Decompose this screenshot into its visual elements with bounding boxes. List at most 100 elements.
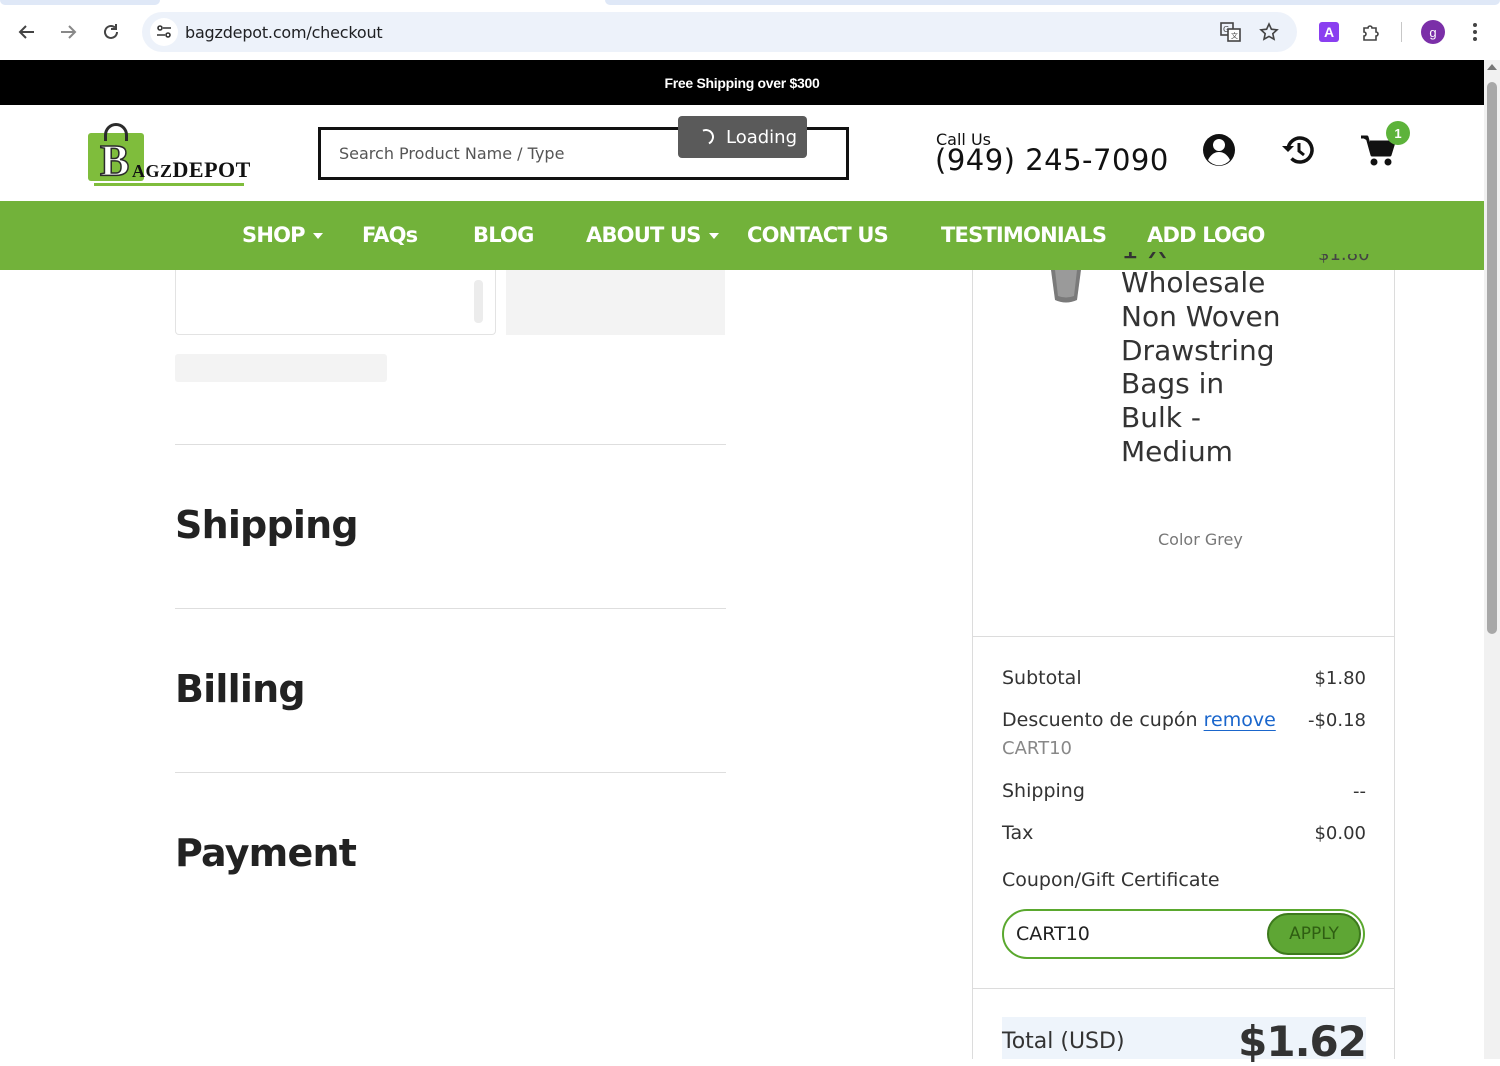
cart-count-badge: 1 — [1386, 121, 1410, 145]
coupon-input[interactable] — [1016, 923, 1256, 945]
section-divider — [175, 444, 726, 445]
nav-item-blog[interactable]: BLOG — [473, 223, 534, 247]
star-icon — [1259, 22, 1279, 41]
history-icon — [1282, 136, 1314, 164]
total-row: Total (USD) $1.62 — [1002, 1017, 1367, 1066]
spinner-icon — [695, 126, 717, 148]
tax-value: $0.00 — [1314, 823, 1366, 844]
phone-number[interactable]: (949) 245-7090 — [935, 143, 1169, 177]
product-attribute: Color Grey — [1158, 530, 1243, 549]
svg-text:文: 文 — [1231, 31, 1238, 40]
translate-icon: G文 — [1220, 22, 1241, 42]
translate-button[interactable]: G文 — [1220, 21, 1242, 43]
logo-word-part2: DEPOT — [172, 157, 251, 182]
nav-item-shop[interactable]: SHOP — [242, 223, 323, 247]
shipping-section-title[interactable]: Shipping — [175, 503, 359, 547]
tab-active[interactable] — [605, 0, 1500, 5]
caret-down-icon — [708, 233, 719, 239]
nav-item-about-us[interactable]: ABOUT US — [586, 223, 719, 247]
tax-label: Tax — [1002, 822, 1034, 844]
applied-coupon-code: CART10 — [1002, 738, 1072, 759]
profile-button[interactable]: g — [1420, 19, 1446, 45]
billing-section-title[interactable]: Billing — [175, 667, 306, 711]
nav-item-label: ADD LOGO — [1147, 223, 1265, 247]
skeleton-button — [506, 270, 725, 335]
nav-item-label: SHOP — [242, 223, 306, 247]
loading-label: Loading — [726, 126, 798, 148]
back-button[interactable] — [12, 17, 42, 47]
remove-coupon-link[interactable]: remove — [1204, 709, 1276, 731]
product-name: 1 X Wholesale Non Woven Drawstring Bags … — [1121, 252, 1291, 469]
reload-icon — [104, 24, 118, 39]
tab-inactive[interactable] — [0, 0, 160, 5]
logo-wordmark: AGZDEPOT — [132, 157, 251, 183]
product-price: $1.80 — [1318, 254, 1370, 265]
product-price-clipped: $1.80 — [1318, 254, 1370, 268]
nav-item-contact-us[interactable]: CONTACT US — [747, 223, 889, 247]
browser-menu-button[interactable] — [1462, 19, 1488, 45]
url-text[interactable]: bagzdepot.com/checkout — [185, 23, 383, 42]
nav-item-label: FAQs — [362, 223, 418, 247]
section-divider — [175, 608, 726, 609]
profile-avatar: g — [1421, 20, 1445, 44]
subtotal-value: $1.80 — [1314, 668, 1366, 689]
toolbar-divider — [1401, 22, 1402, 42]
announcement-bar: Free Shipping over $300 — [0, 60, 1484, 105]
tune-icon — [157, 25, 171, 38]
summary-divider — [973, 988, 1394, 989]
scroll-up-arrow-icon[interactable] — [1487, 64, 1497, 70]
logo-underline — [94, 183, 244, 186]
caret-down-icon — [312, 233, 323, 239]
skeleton-field — [175, 270, 496, 335]
coupon-label: Coupon/Gift Certificate — [1002, 869, 1220, 891]
loading-indicator: Loading — [678, 116, 807, 158]
nav-item-label: TESTIMONIALS — [941, 223, 1107, 247]
coupon-field: APPLY — [1002, 909, 1365, 959]
scrollbar-thumb[interactable] — [1487, 82, 1497, 634]
nav-item-testimonials[interactable]: TESTIMONIALS — [941, 223, 1107, 247]
site-settings-button[interactable] — [150, 18, 178, 46]
extension-a-icon: A — [1319, 22, 1339, 42]
product-title: Wholesale Non Woven Drawstring Bags in B… — [1121, 266, 1281, 468]
extension-a-button[interactable]: A — [1316, 19, 1342, 45]
reload-button[interactable] — [96, 17, 126, 47]
logo-word-part1: AGZ — [132, 161, 173, 181]
section-divider — [175, 772, 726, 773]
product-thumbnail — [1043, 270, 1089, 305]
extensions-button[interactable] — [1358, 19, 1384, 45]
nav-item-label: CONTACT US — [747, 223, 889, 247]
bookmark-button[interactable] — [1258, 21, 1280, 43]
discount-label: Descuento de cupón — [1002, 709, 1198, 731]
apply-coupon-button[interactable]: APPLY — [1267, 913, 1361, 955]
discount-value: -$0.18 — [1307, 710, 1366, 731]
payment-section-title[interactable]: Payment — [175, 831, 357, 875]
search-input[interactable] — [339, 144, 679, 163]
forward-button[interactable] — [53, 17, 83, 47]
subtotal-label: Subtotal — [1002, 667, 1082, 689]
tab-strip — [0, 0, 1500, 5]
skeleton-scroll — [474, 280, 483, 323]
total-label: Total (USD) — [1002, 1029, 1125, 1054]
discount-row: Descuento de cupón remove — [1002, 709, 1276, 731]
site-logo[interactable]: B AGZDEPOT — [88, 123, 251, 187]
more-vertical-icon — [1473, 23, 1477, 41]
svg-text:G: G — [1223, 25, 1229, 34]
order-history-button[interactable] — [1279, 131, 1319, 171]
product-qty-clipped: 1 X — [1121, 252, 1291, 266]
product-qty: 1 X — [1121, 252, 1167, 266]
nav-item-faqs[interactable]: FAQs — [362, 223, 418, 247]
nav-item-label: BLOG — [473, 223, 534, 247]
arrow-right-icon — [61, 25, 77, 39]
account-button[interactable] — [1199, 131, 1239, 171]
summary-divider — [973, 636, 1394, 637]
attribute-value: Grey — [1204, 530, 1243, 549]
browser-toolbar: bagzdepot.com/checkout G文 A g — [0, 0, 1500, 60]
arrow-left-icon — [18, 25, 34, 39]
shipping-label: Shipping — [1002, 780, 1085, 802]
user-circle-icon — [1203, 134, 1235, 166]
attribute-label: Color — [1158, 530, 1200, 549]
address-bar[interactable]: bagzdepot.com/checkout G文 — [142, 12, 1297, 52]
skeleton-line — [175, 354, 387, 382]
shipping-value: -- — [1353, 781, 1366, 802]
nav-item-add-logo[interactable]: ADD LOGO — [1147, 223, 1265, 247]
